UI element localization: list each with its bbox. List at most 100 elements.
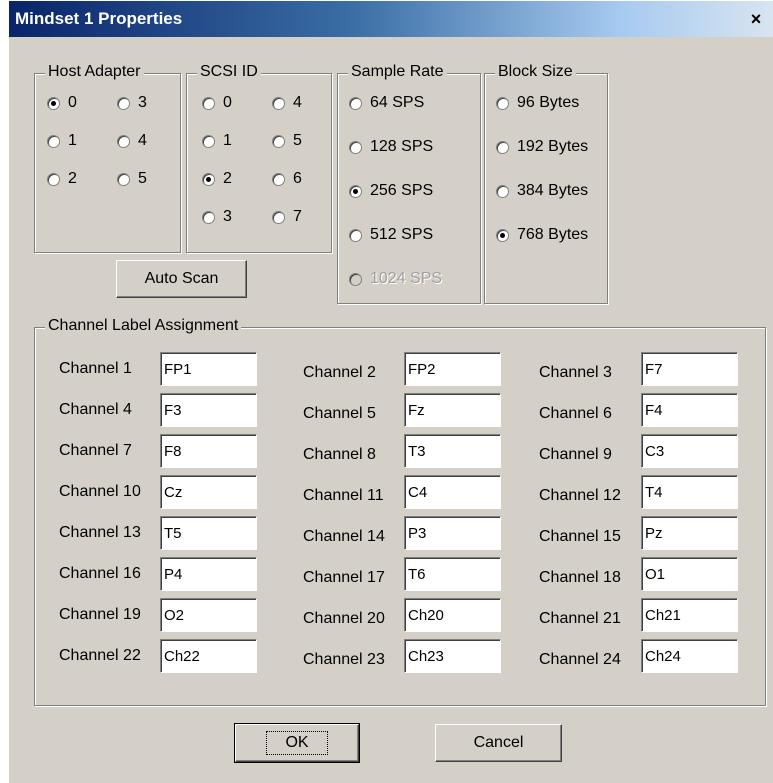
scsi-id-title: SCSI ID bbox=[197, 63, 261, 81]
radio-circle-icon bbox=[349, 96, 362, 110]
host-adapter-radio-4[interactable]: 4 bbox=[117, 132, 147, 150]
scsi-id-radio-7[interactable]: 7 bbox=[272, 208, 302, 226]
channel-input[interactable] bbox=[160, 516, 257, 550]
channel-input[interactable] bbox=[404, 516, 501, 550]
scsi-id-radio-6[interactable]: 6 bbox=[272, 170, 302, 188]
block-size-radio-label: 96 Bytes bbox=[517, 94, 580, 111]
channel-input[interactable] bbox=[404, 352, 501, 386]
radio-circle-icon bbox=[349, 228, 362, 242]
channel-input[interactable] bbox=[160, 598, 257, 632]
auto-scan-button[interactable]: Auto Scan bbox=[116, 260, 247, 298]
channel-label: Channel 18 bbox=[539, 569, 621, 586]
radio-circle-icon bbox=[47, 134, 60, 148]
channel-input[interactable] bbox=[641, 639, 738, 673]
block-size-radio-2[interactable]: 384 Bytes bbox=[496, 182, 588, 200]
channel-input[interactable] bbox=[641, 393, 738, 427]
properties-dialog: Mindset 1 Properties × Host Adapter 0 1 2 3… bbox=[8, 0, 773, 783]
channel-input[interactable] bbox=[641, 352, 738, 386]
channel-input[interactable] bbox=[404, 434, 501, 468]
block-size-group: Block Size 96 Bytes 192 Bytes 384 Bytes 768… bbox=[484, 63, 608, 304]
host-adapter-radio-0[interactable]: 0 bbox=[47, 94, 77, 112]
channel-input[interactable] bbox=[160, 557, 257, 591]
channel-input[interactable] bbox=[641, 475, 738, 509]
scsi-id-radio-3[interactable]: 3 bbox=[202, 208, 232, 226]
channel-input[interactable] bbox=[641, 557, 738, 591]
radio-circle-icon bbox=[117, 134, 130, 148]
channel-label: Channel 5 bbox=[303, 405, 376, 422]
channel-label: Channel 12 bbox=[539, 487, 621, 504]
channel-input[interactable] bbox=[641, 434, 738, 468]
scsi-id-group: SCSI ID 0 1 2 3 4 5 6 7 bbox=[186, 63, 332, 253]
channel-input[interactable] bbox=[404, 393, 501, 427]
scsi-id-radio-label: 2 bbox=[223, 170, 232, 187]
channel-assignment-title: Channel Label Assignment bbox=[45, 317, 242, 335]
channel-label: Channel 22 bbox=[59, 647, 141, 664]
channel-assignment-group: Channel Label Assignment Channel 1 Channe… bbox=[34, 317, 766, 706]
block-size-radio-1[interactable]: 192 Bytes bbox=[496, 138, 588, 156]
cancel-label: Cancel bbox=[473, 734, 524, 751]
host-adapter-radio-label: 2 bbox=[68, 170, 77, 187]
channel-input[interactable] bbox=[160, 434, 257, 468]
host-adapter-title: Host Adapter bbox=[45, 63, 144, 81]
channel-input[interactable] bbox=[404, 475, 501, 509]
scsi-id-radio-1[interactable]: 1 bbox=[202, 132, 232, 150]
channel-input[interactable] bbox=[160, 352, 257, 386]
block-size-radio-3[interactable]: 768 Bytes bbox=[496, 226, 588, 244]
radio-circle-icon bbox=[202, 96, 215, 110]
scsi-id-radio-4[interactable]: 4 bbox=[272, 94, 302, 112]
channel-label: Channel 11 bbox=[303, 487, 384, 504]
sample-rate-radio-4: 1024 SPS bbox=[349, 270, 442, 288]
host-adapter-radio-label: 0 bbox=[68, 94, 77, 111]
sample-rate-radio-2[interactable]: 256 SPS bbox=[349, 182, 433, 200]
host-adapter-radio-2[interactable]: 2 bbox=[47, 170, 77, 188]
sample-rate-radio-3[interactable]: 512 SPS bbox=[349, 226, 433, 244]
channel-input[interactable] bbox=[160, 475, 257, 509]
channel-input[interactable] bbox=[641, 598, 738, 632]
block-size-radio-0[interactable]: 96 Bytes bbox=[496, 94, 579, 112]
title-bar[interactable]: Mindset 1 Properties × bbox=[9, 1, 773, 37]
host-adapter-radio-5[interactable]: 5 bbox=[117, 170, 147, 188]
scsi-id-radio-label: 5 bbox=[293, 132, 302, 149]
radio-circle-icon bbox=[496, 228, 509, 242]
host-adapter-radio-label: 3 bbox=[138, 94, 147, 111]
scsi-id-radio-label: 1 bbox=[223, 132, 232, 149]
channel-input[interactable] bbox=[160, 393, 257, 427]
auto-scan-label: Auto Scan bbox=[144, 270, 219, 287]
channel-label: Channel 15 bbox=[539, 528, 621, 545]
sample-rate-radio-label: 1024 SPS bbox=[370, 270, 443, 287]
channel-label: Channel 8 bbox=[303, 446, 376, 463]
scsi-id-radio-label: 6 bbox=[293, 170, 302, 187]
radio-circle-icon bbox=[47, 96, 60, 110]
close-icon[interactable]: × bbox=[745, 9, 767, 29]
radio-circle-icon bbox=[202, 172, 215, 186]
radio-circle-icon bbox=[272, 210, 285, 224]
ok-label: OK bbox=[266, 731, 328, 755]
channel-input[interactable] bbox=[160, 639, 257, 673]
channel-label: Channel 16 bbox=[59, 565, 141, 582]
channel-input[interactable] bbox=[404, 598, 501, 632]
channel-label: Channel 17 bbox=[303, 569, 385, 586]
channel-input[interactable] bbox=[641, 516, 738, 550]
scsi-id-radio-0[interactable]: 0 bbox=[202, 94, 232, 112]
host-adapter-radio-label: 5 bbox=[138, 170, 147, 187]
sample-rate-radio-0[interactable]: 64 SPS bbox=[349, 94, 424, 112]
radio-circle-icon bbox=[496, 140, 509, 154]
scsi-id-radio-2[interactable]: 2 bbox=[202, 170, 232, 188]
scsi-id-radio-label: 3 bbox=[223, 208, 232, 225]
host-adapter-radio-3[interactable]: 3 bbox=[117, 94, 147, 112]
channel-input[interactable] bbox=[404, 639, 501, 673]
scsi-id-radio-5[interactable]: 5 bbox=[272, 132, 302, 150]
radio-circle-icon bbox=[349, 184, 362, 198]
ok-button[interactable]: OK bbox=[234, 723, 360, 763]
host-adapter-radio-1[interactable]: 1 bbox=[47, 132, 77, 150]
window-title: Mindset 1 Properties bbox=[15, 9, 183, 28]
channel-label: Channel 20 bbox=[303, 610, 385, 627]
cancel-button[interactable]: Cancel bbox=[435, 724, 562, 762]
radio-circle-icon bbox=[47, 172, 60, 186]
channel-label: Channel 23 bbox=[303, 651, 385, 668]
sample-rate-radio-label: 128 SPS bbox=[370, 138, 434, 155]
channel-label: Channel 4 bbox=[59, 401, 132, 418]
channel-input[interactable] bbox=[404, 557, 501, 591]
radio-circle-icon bbox=[349, 272, 362, 286]
sample-rate-radio-1[interactable]: 128 SPS bbox=[349, 138, 433, 156]
